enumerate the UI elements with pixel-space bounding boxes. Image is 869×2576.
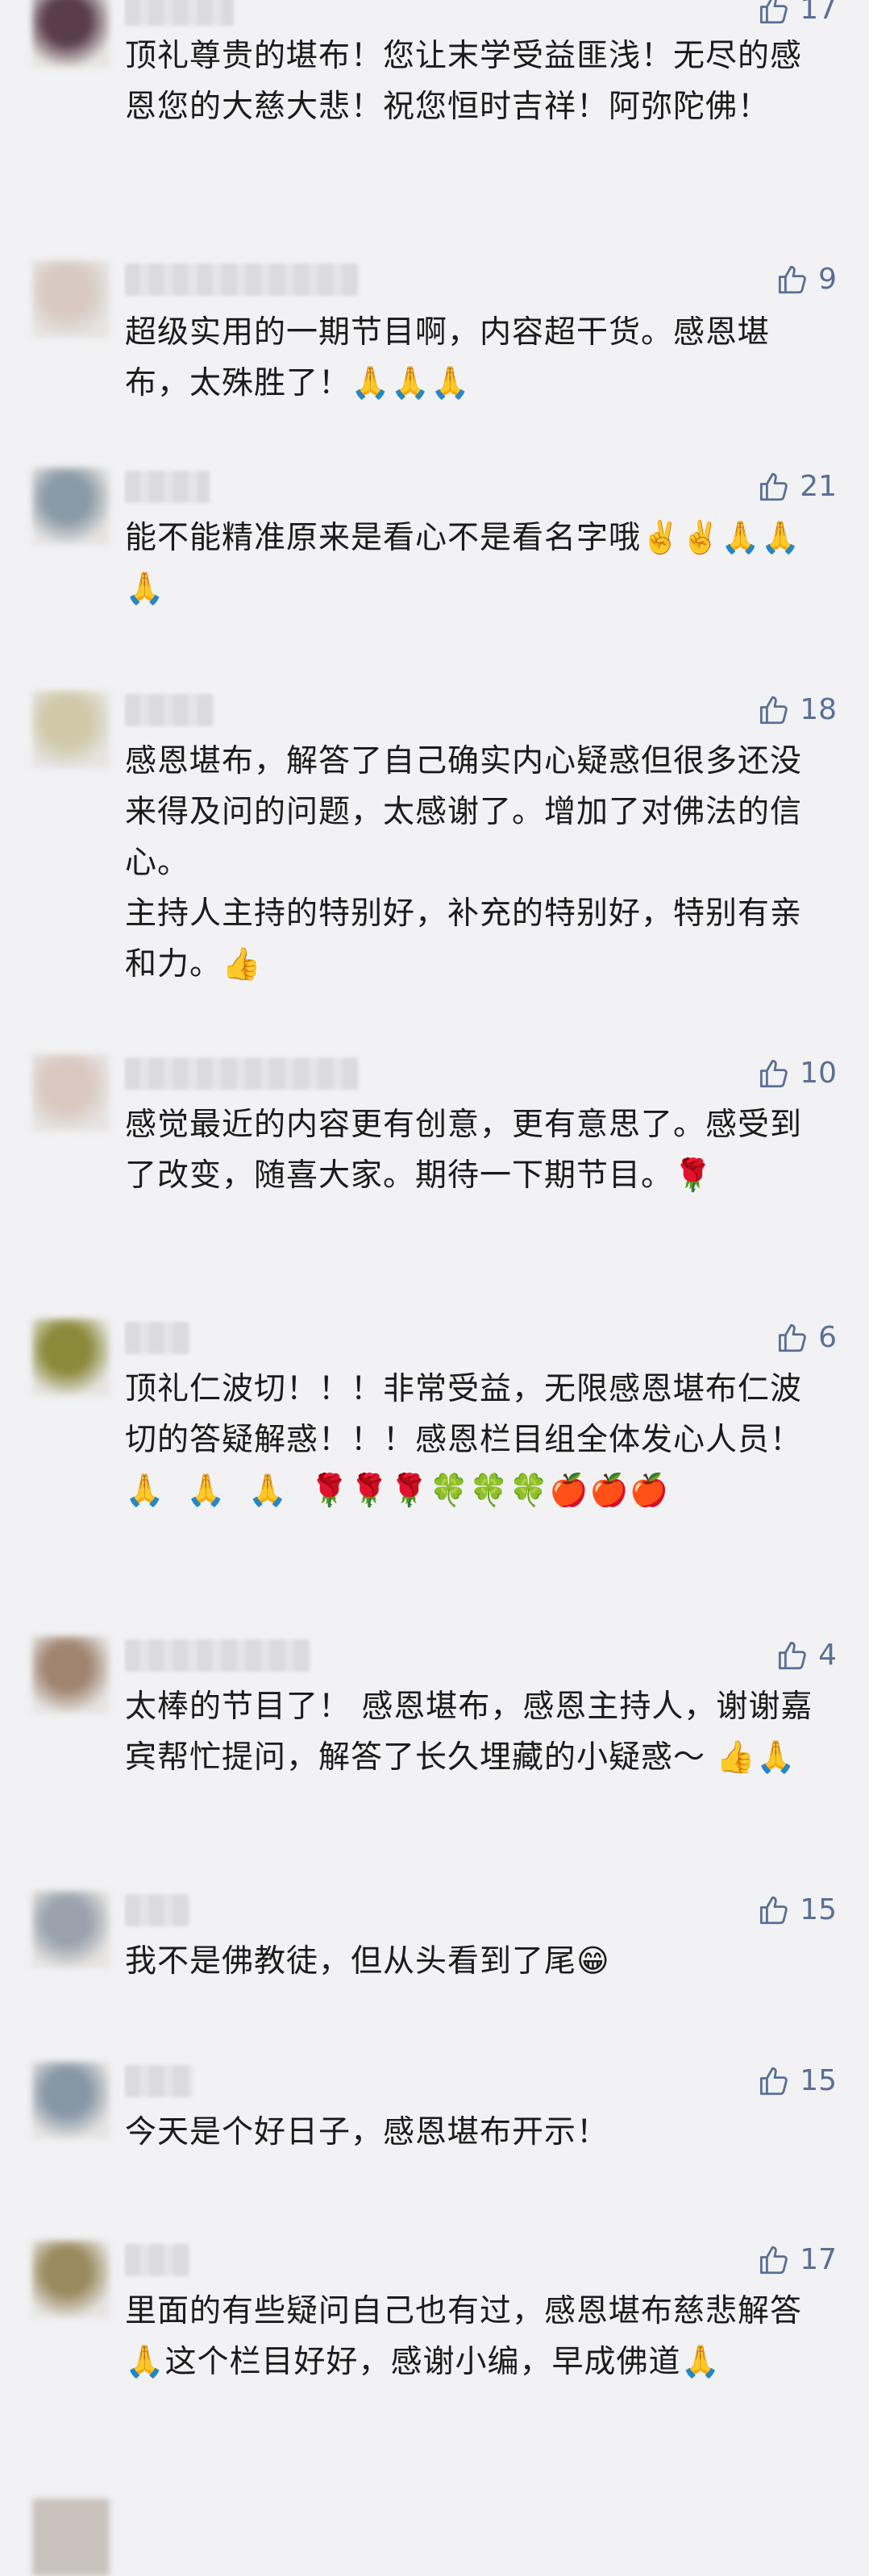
comment-text: 顶礼仁波切！！！非常受益，无限感恩堪布仁波切的答疑解惑！！！感恩栏目组全体发心人…: [125, 1371, 803, 1509]
like-count: 21: [800, 470, 837, 503]
thumbs-up-icon: [758, 2243, 792, 2277]
comment-text: 感恩堪布，解答了自己确实内心疑惑但很多还没来得及问的问题，太感谢了。增加了对佛法…: [125, 743, 803, 983]
avatar[interactable]: [32, 1891, 110, 1968]
comment-text: 今天是个好日子，感恩堪布开示！: [125, 2114, 609, 2150]
avatar[interactable]: [32, 467, 110, 545]
like-button[interactable]: 10: [758, 1054, 837, 1093]
comment-text: 感觉最近的内容更有创意，更有意思了。感受到了改变，随喜大家。期待一下期节目。🌹: [125, 1107, 803, 1194]
like-button[interactable]: 18: [758, 691, 837, 729]
like-button[interactable]: 15: [758, 2062, 837, 2100]
thumbs-up-icon: [758, 1057, 792, 1091]
author-name-blurred: [125, 694, 214, 726]
author-name-blurred: [125, 1322, 189, 1354]
avatar[interactable]: [32, 2499, 110, 2576]
avatar[interactable]: [32, 1636, 110, 1714]
like-count: 6: [818, 1321, 837, 1354]
comment-text: 超级实用的一期节目啊，内容超干货。感恩堪布，太殊胜了！🙏🙏🙏: [125, 314, 771, 401]
like-count: 15: [800, 2064, 837, 2097]
author-name-blurred: [125, 1894, 189, 1926]
thumbs-up-icon: [758, 470, 792, 504]
author-name-blurred: [125, 2065, 193, 2097]
comment-text: 顶礼尊贵的堪布！您让末学受益匪浅！无尽的感恩您的大慈大悲！祝您恒时吉祥！阿弥陀佛…: [125, 38, 803, 125]
author-name-blurred: [125, 264, 359, 296]
comment-text: 太棒的节目了！ 感恩堪布，感恩主持人，谢谢嘉宾帮忙提问，解答了长久埋藏的小疑惑～…: [125, 1689, 813, 1776]
like-count: 17: [800, 0, 837, 26]
author-name-blurred: [125, 1639, 310, 1672]
author-name-blurred: [125, 1057, 359, 1090]
like-button[interactable]: 15: [758, 1891, 837, 1930]
avatar[interactable]: [32, 0, 110, 68]
avatar[interactable]: [32, 2241, 110, 2318]
comment-text: 我不是佛教徒，但从头看到了尾😁: [125, 1943, 610, 1980]
avatar[interactable]: [32, 260, 110, 338]
like-count: 17: [800, 2243, 837, 2276]
like-button[interactable]: 9: [776, 260, 837, 299]
like-count: 9: [818, 263, 837, 296]
like-button[interactable]: 21: [758, 467, 837, 506]
like-button[interactable]: 6: [776, 1319, 837, 1357]
like-count: 10: [800, 1057, 837, 1090]
thumbs-up-icon: [776, 263, 810, 297]
like-count: 4: [818, 1639, 837, 1672]
thumbs-up-icon: [758, 2064, 792, 2098]
author-name-blurred: [125, 0, 234, 26]
like-count: 18: [800, 693, 837, 726]
comment-text: 里面的有些疑问自己也有过，感恩堪布慈悲解答🙏这个栏目好好，感谢小编，早成佛道🙏: [125, 2293, 803, 2380]
like-button[interactable]: 17: [758, 0, 837, 29]
avatar[interactable]: [32, 2062, 110, 2139]
thumbs-up-icon: [758, 1893, 792, 1927]
avatar[interactable]: [32, 1054, 110, 1132]
like-button[interactable]: 17: [758, 2241, 837, 2279]
thumbs-up-icon: [776, 1639, 810, 1672]
comment-text: 能不能精准原来是看心不是看名字哦✌️✌️🙏🙏🙏: [125, 520, 801, 607]
like-count: 15: [800, 1893, 837, 1926]
thumbs-up-icon: [776, 1321, 810, 1355]
avatar[interactable]: [32, 1319, 110, 1396]
like-button[interactable]: 4: [776, 1636, 837, 1675]
avatar[interactable]: [32, 691, 110, 768]
thumbs-up-icon: [758, 0, 792, 27]
thumbs-up-icon: [758, 693, 792, 727]
author-name-blurred: [125, 2244, 189, 2276]
author-name-blurred: [125, 471, 210, 503]
